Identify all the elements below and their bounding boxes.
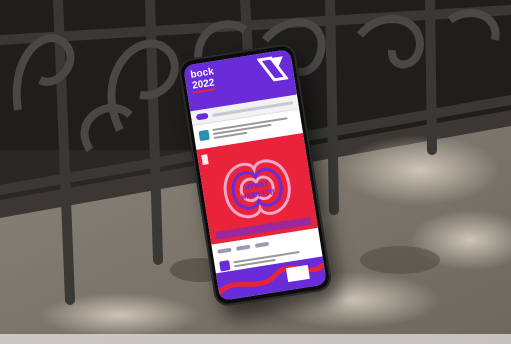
menu-icon[interactable] bbox=[195, 112, 209, 121]
like-button[interactable] bbox=[217, 247, 232, 254]
brand-year: 2022 bbox=[191, 77, 216, 94]
avatar[interactable] bbox=[198, 129, 210, 142]
comment-button[interactable] bbox=[236, 244, 251, 251]
share-button[interactable] bbox=[254, 241, 270, 248]
avatar[interactable] bbox=[219, 260, 231, 272]
poster-artwork: WYWAT WARNATB bbox=[196, 132, 319, 245]
logo-shape-icon bbox=[256, 56, 289, 82]
photo-scene: bock 2022 WYWAT WARNATB bbox=[0, 0, 511, 344]
poster-image[interactable]: WYWAT WARNATB bbox=[196, 132, 319, 245]
